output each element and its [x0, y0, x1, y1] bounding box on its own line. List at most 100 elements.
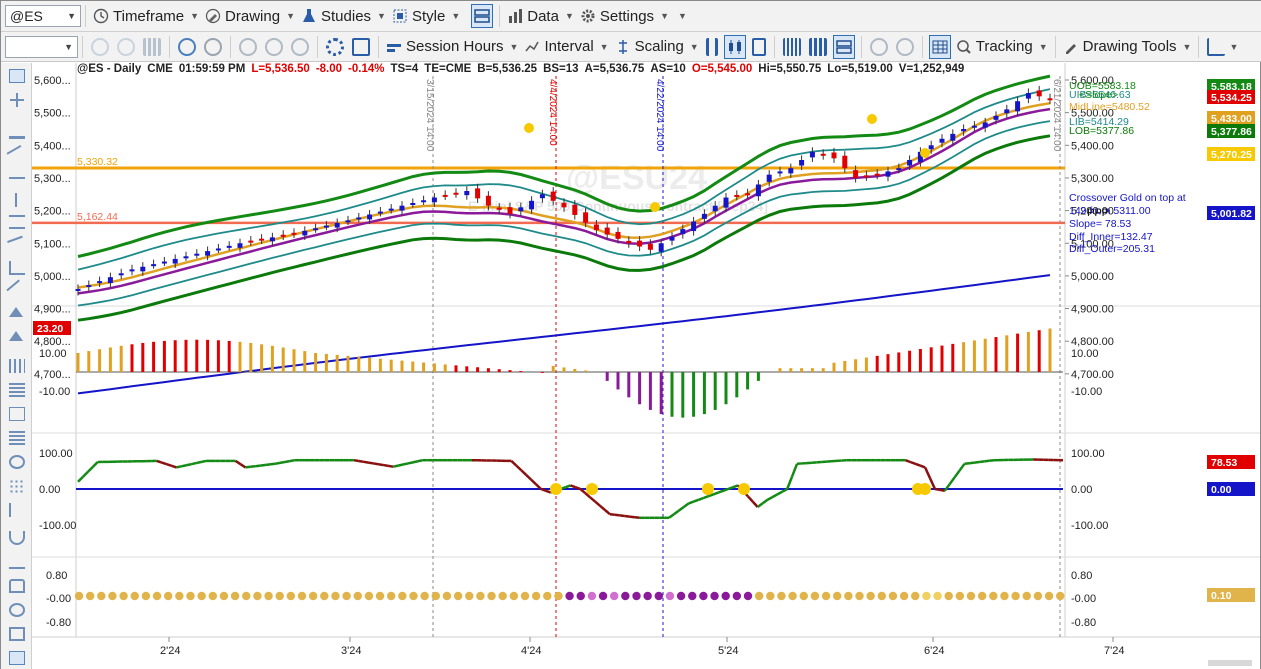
arc-icon[interactable]	[9, 531, 25, 545]
toolbar-overflow-icon[interactable]: ▼	[678, 11, 687, 21]
data-window-button[interactable]	[928, 34, 951, 59]
crosshair-icon[interactable]	[9, 93, 25, 107]
fibonacci-icon[interactable]	[9, 383, 25, 397]
info-pct: -0.14%	[348, 63, 385, 75]
dial-icon[interactable]	[204, 37, 222, 56]
oscillator-line-segment	[727, 486, 734, 491]
state-dot	[610, 591, 619, 601]
candle-body	[669, 236, 675, 241]
text-icon[interactable]	[9, 651, 25, 665]
info-change: -8.00	[315, 63, 343, 75]
tracking-menu[interactable]: Tracking ▼	[953, 35, 1051, 59]
connect-icon[interactable]	[291, 37, 309, 56]
zoom-out-icon[interactable]	[895, 37, 914, 56]
ray-icon[interactable]	[7, 235, 27, 255]
interval-selector[interactable]: ▼	[5, 35, 78, 58]
channel-icon[interactable]	[9, 215, 25, 229]
studies-menu[interactable]: Studies ▼	[298, 4, 389, 28]
style-menu[interactable]: Style ▼	[389, 4, 463, 28]
settings-gear-icon[interactable]	[326, 37, 344, 56]
horizontal-line-label: 5,162.44	[77, 211, 118, 223]
toolbar-overflow-icon[interactable]: ▼	[1229, 42, 1238, 52]
candle-body	[971, 125, 977, 128]
line-icon[interactable]	[6, 144, 28, 166]
candle-body	[86, 285, 92, 288]
layout-button[interactable]	[471, 4, 494, 28]
grid-icon[interactable]	[143, 37, 161, 56]
interval-menu[interactable]: Interval ▼	[521, 35, 611, 59]
data-menu[interactable]: Data ▼	[504, 4, 577, 28]
reload-icon[interactable]	[117, 37, 135, 56]
candle-body	[874, 173, 880, 176]
price-chart[interactable]: 5,600.005,500.005,400.005,300.005,200.00…	[32, 63, 1260, 669]
format-icon[interactable]	[352, 37, 370, 56]
circle-icon[interactable]	[9, 603, 25, 617]
speed-lines-icon[interactable]	[9, 503, 25, 517]
dots-icon[interactable]	[9, 479, 25, 493]
gann-square-icon[interactable]	[9, 431, 25, 445]
candle-body	[507, 207, 513, 214]
panes-button[interactable]	[832, 34, 855, 59]
state-dot	[420, 591, 429, 601]
gann-fan-icon[interactable]	[9, 261, 25, 275]
fib-fan-icon[interactable]	[9, 407, 25, 421]
oscillator-line-segment	[688, 500, 695, 505]
trend-icon[interactable]	[1207, 37, 1226, 56]
up-arrow-outline-icon[interactable]	[9, 579, 25, 593]
state-dot	[297, 591, 307, 601]
hollow-candle-icon[interactable]	[751, 37, 766, 56]
candle-body	[755, 184, 761, 197]
oscillator-line-segment	[540, 487, 547, 492]
candle-body	[993, 115, 999, 120]
vertical-line-icon[interactable]	[15, 193, 31, 207]
left-axis-label: 5,000...	[34, 271, 71, 283]
spiral-icon[interactable]	[9, 455, 25, 469]
settings-menu[interactable]: Settings ▼	[577, 4, 672, 28]
pencil-icon[interactable]	[6, 279, 28, 301]
state-dot	[197, 591, 206, 601]
candle-body	[572, 204, 578, 215]
bar-style-icon[interactable]	[705, 37, 718, 56]
state-dot	[1056, 591, 1065, 601]
volume-icon[interactable]	[782, 37, 801, 56]
oscillator-line-segment	[264, 463, 271, 467]
candle-body	[907, 159, 913, 166]
symbol-selector[interactable]: @ES ▼	[5, 5, 81, 27]
drawing-tools-menu[interactable]: Drawing Tools ▼	[1060, 35, 1195, 59]
session-hours-menu[interactable]: Session Hours ▼	[383, 35, 521, 59]
oscillator-line-segment	[388, 464, 394, 468]
candle-body	[1015, 101, 1021, 112]
oscillator-line-segment	[964, 461, 970, 466]
rectangle-icon[interactable]	[9, 627, 25, 641]
andrews-pitchfork-icon[interactable]	[9, 359, 25, 373]
drag-icon[interactable]	[265, 37, 283, 56]
time-axis-label: 4'24	[521, 645, 541, 657]
osc-left-label: -100.00	[39, 520, 76, 532]
state-dot	[833, 591, 842, 601]
crosshair-icon[interactable]	[239, 37, 257, 56]
candle-body	[421, 200, 427, 203]
note-ppp: PPP	[1087, 207, 1109, 219]
state-dot	[342, 591, 351, 601]
timeframe-menu[interactable]: Timeframe ▼	[90, 4, 202, 28]
triangle-outline-icon[interactable]	[9, 331, 23, 341]
triangle-icon[interactable]	[9, 307, 23, 317]
scaling-menu[interactable]: Scaling ▼	[612, 35, 702, 59]
osc-right-label: -100.00	[1071, 520, 1108, 532]
pointer-icon[interactable]	[9, 69, 25, 83]
candle-body	[107, 277, 113, 284]
wrench-icon[interactable]	[9, 125, 25, 139]
bars-icon[interactable]	[808, 37, 827, 56]
zoom-in-icon[interactable]	[869, 37, 888, 56]
quote-info-bar: @ES - Daily CME 01:59:59 PM L=5,536.50 -8.00…	[77, 63, 970, 75]
zoom-chart-icon[interactable]	[178, 37, 196, 56]
drawing-menu[interactable]: Drawing ▼	[202, 4, 298, 28]
state-dot	[788, 591, 797, 601]
arrow-up-icon[interactable]	[9, 555, 25, 569]
refresh-icon[interactable]	[91, 37, 109, 56]
state-dot	[699, 591, 708, 601]
horizontal-arrows-icon[interactable]	[9, 177, 25, 191]
candle-body	[853, 170, 859, 178]
candlestick-style-button[interactable]	[723, 34, 746, 59]
candle-body	[885, 171, 891, 177]
